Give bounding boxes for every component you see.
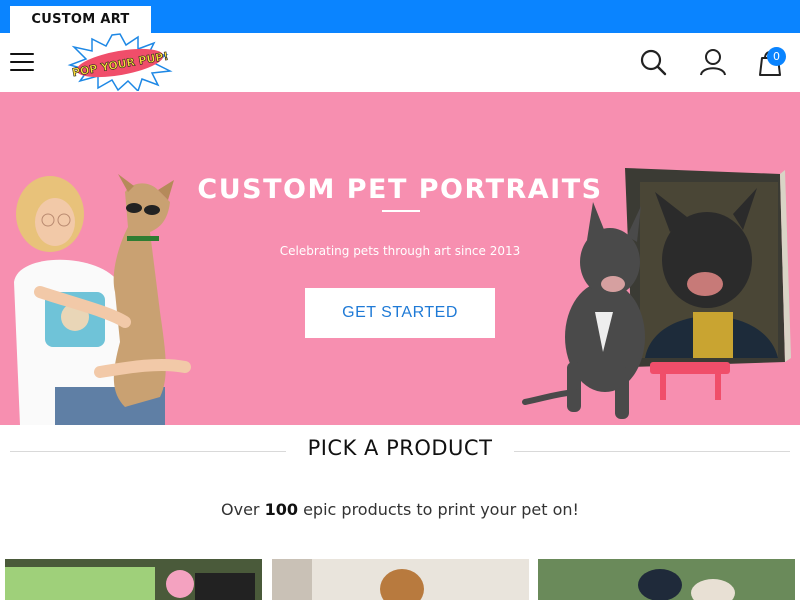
product-card-blanket[interactable] (272, 559, 529, 600)
pick-a-product-heading-wrap: PICK A PRODUCT (0, 436, 800, 464)
get-started-button[interactable]: GET STARTED (305, 288, 495, 338)
product-card-hat[interactable] (538, 559, 795, 600)
cart-count-badge[interactable]: 0 (767, 47, 786, 66)
custom-art-tab[interactable]: CUSTOM ART (10, 6, 151, 33)
account-icon[interactable] (698, 47, 728, 77)
site-header: POP YOUR PUP! (0, 33, 800, 92)
menu-icon[interactable] (10, 53, 34, 72)
top-strip: CUSTOM ART (0, 0, 800, 33)
hero-title-underline (382, 210, 420, 212)
site-logo[interactable]: POP YOUR PUP! (66, 33, 174, 91)
products-tagline: Over 100 epic products to print your pet… (221, 500, 579, 519)
hero-banner: CUSTOM PET PORTRAITS Celebrating pets th… (0, 92, 800, 425)
product-card-canvas[interactable] (5, 559, 262, 600)
woman-with-dog-image (14, 174, 191, 425)
dog-with-portrait-image (522, 168, 791, 419)
search-icon[interactable] (638, 47, 668, 77)
section-title: PICK A PRODUCT (0, 436, 800, 460)
